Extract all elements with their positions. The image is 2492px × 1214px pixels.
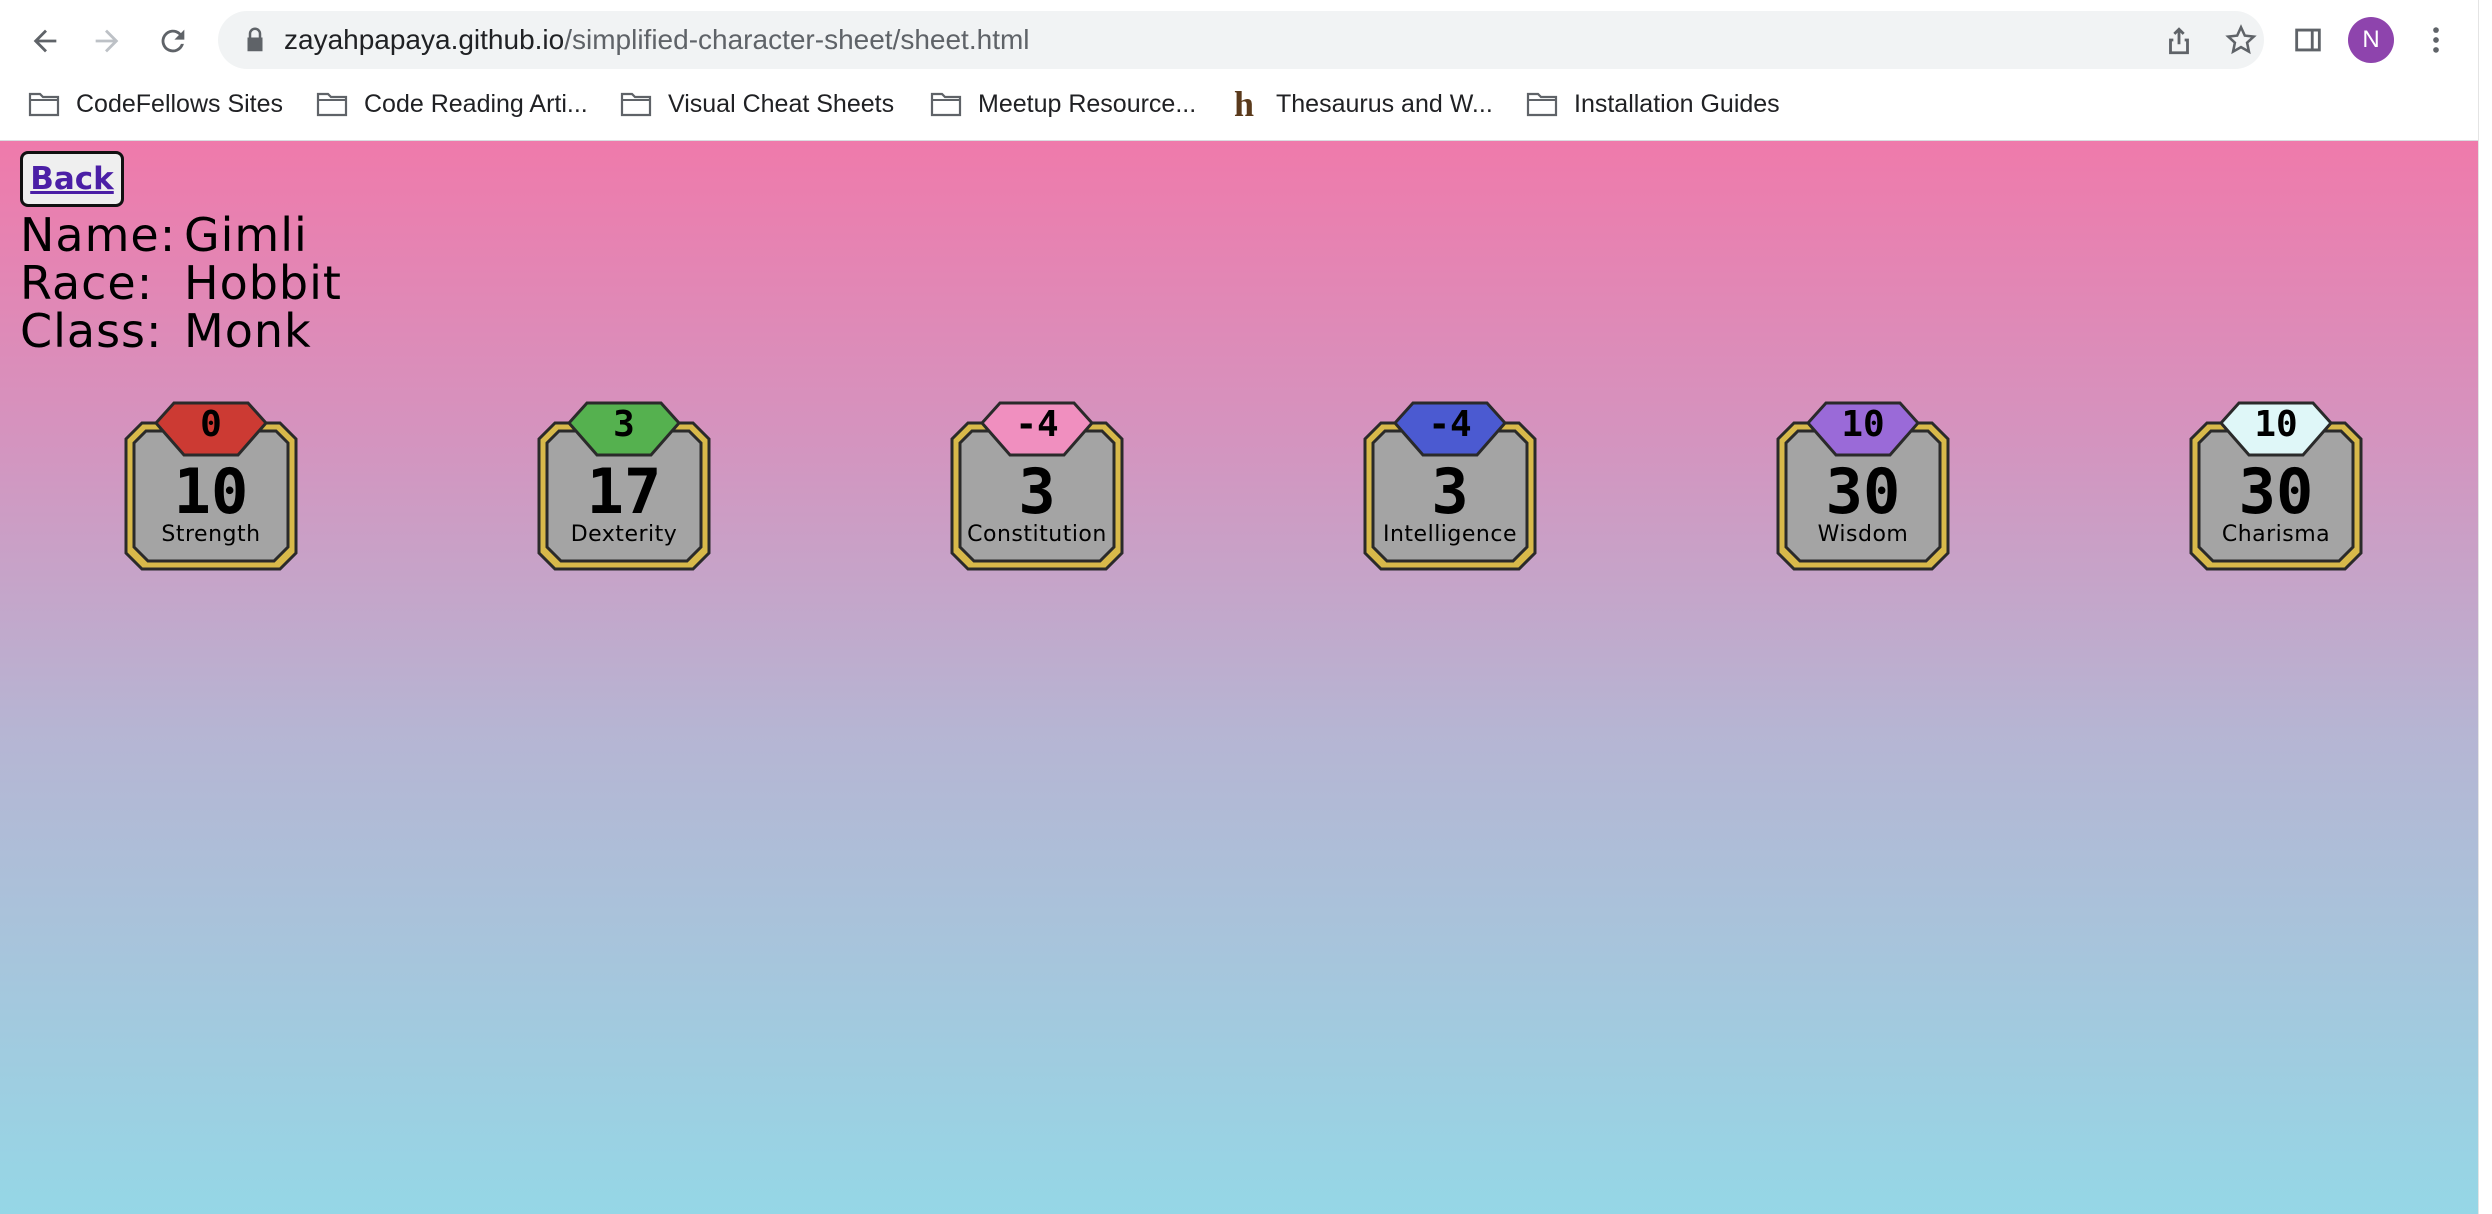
folder-icon [1526,92,1558,117]
character-class-line: Class: Monk [20,307,312,355]
hinative-h-icon: h [1234,84,1255,124]
stat-modifier: -4 [1015,404,1059,445]
character-name-line: Name: Gimli [20,211,308,259]
stat-name: Dexterity [570,522,678,547]
back-nav-button[interactable] [20,16,70,66]
name-label: Name: [20,208,177,262]
race-value: Hobbit [184,256,342,310]
window-edge [2478,0,2492,1214]
folder-icon [930,92,962,117]
folder-icon [620,92,652,117]
bookmark-label: Thesaurus and W... [1276,89,1493,118]
stat-name: Constitution [967,522,1107,547]
stat-modifier: 3 [613,404,635,445]
bookmark-label: Code Reading Arti... [364,89,588,118]
more-vert-icon [2433,27,2439,53]
bookmark-label: Visual Cheat Sheets [668,89,895,118]
stat-modifier: 10 [2254,404,2298,445]
bookmark-label: CodeFellows Sites [76,89,284,118]
stat-score: 30 [2238,455,2314,528]
back-link[interactable]: Back [30,161,114,197]
bookmark-item[interactable]: Visual Cheat Sheets [620,82,894,126]
side-panel-icon [2295,28,2321,52]
race-label: Race: [20,256,154,310]
bookmark-item[interactable]: Code Reading Arti... [316,82,588,126]
character-race-line: Race: Hobbit [20,259,342,307]
class-value: Monk [184,304,312,358]
stat-score: 30 [1825,455,1901,528]
reload-button[interactable] [148,16,198,66]
folder-icon [316,92,348,117]
reload-icon [161,29,185,53]
profile-avatar[interactable]: N [2348,17,2394,63]
arrow-right-icon [95,29,119,53]
bookmark-item[interactable]: CodeFellows Sites [28,82,283,126]
stat-card-strength: 0 10 Strength [124,397,298,571]
url-text: zayahpapaya.github.io/simplified-charact… [284,11,1030,69]
address-bar[interactable]: zayahpapaya.github.io/simplified-charact… [218,11,2264,69]
stat-score: 3 [1018,455,1056,528]
name-value: Gimli [184,208,308,262]
stat-modifier: -4 [1428,404,1472,445]
browser-window: zayahpapaya.github.io/simplified-charact… [0,0,2492,1214]
class-label: Class: [20,304,163,358]
stat-card-constitution: -4 3 Constitution [950,397,1124,571]
bookmark-star-button[interactable] [2224,23,2258,57]
bookmarks-bar: CodeFellows Sites Code Reading Arti... V… [0,82,2478,141]
stat-modifier: 10 [1841,404,1885,445]
stat-name: Intelligence [1382,522,1517,547]
lock-icon [247,27,263,52]
bookmark-label: Meetup Resource... [978,89,1197,118]
side-panel-button[interactable] [2288,20,2328,60]
forward-nav-button[interactable] [82,16,132,66]
stat-card-intelligence: -4 3 Intelligence [1363,397,1537,571]
folder-icon [28,92,60,117]
stat-score: 10 [173,455,249,528]
stat-name: Charisma [2221,522,2331,547]
share-icon [2169,27,2189,55]
stat-card-wisdom: 10 30 Wisdom [1776,397,1950,571]
url-path: /simplified-character-sheet/sheet.html [564,24,1030,55]
bookmark-item[interactable]: Meetup Resource... [930,82,1196,126]
bookmark-label: Installation Guides [1574,89,1780,118]
browser-toolbar: zayahpapaya.github.io/simplified-charact… [0,0,2478,82]
bookmark-item[interactable]: h Thesaurus and W... [1234,82,1493,126]
stat-name: Wisdom [1817,522,1909,547]
stat-score: 17 [586,455,662,528]
stat-card-dexterity: 3 17 Dexterity [537,397,711,571]
back-button[interactable]: Back [20,151,124,207]
stat-modifier: 0 [200,404,222,445]
stat-score: 3 [1431,455,1469,528]
stat-card-charisma: 10 30 Charisma [2189,397,2363,571]
share-button[interactable] [2162,23,2196,57]
bookmark-item[interactable]: Installation Guides [1526,82,1780,126]
browser-menu-button[interactable] [2416,20,2456,60]
star-icon [2225,24,2257,55]
stat-name: Strength [161,522,261,547]
arrow-left-icon [33,29,57,53]
url-host: zayahpapaya.github.io [284,24,565,55]
character-sheet-page: Back Name: Gimli Race: Hobbit Class: Monk 0… [0,141,2478,1214]
